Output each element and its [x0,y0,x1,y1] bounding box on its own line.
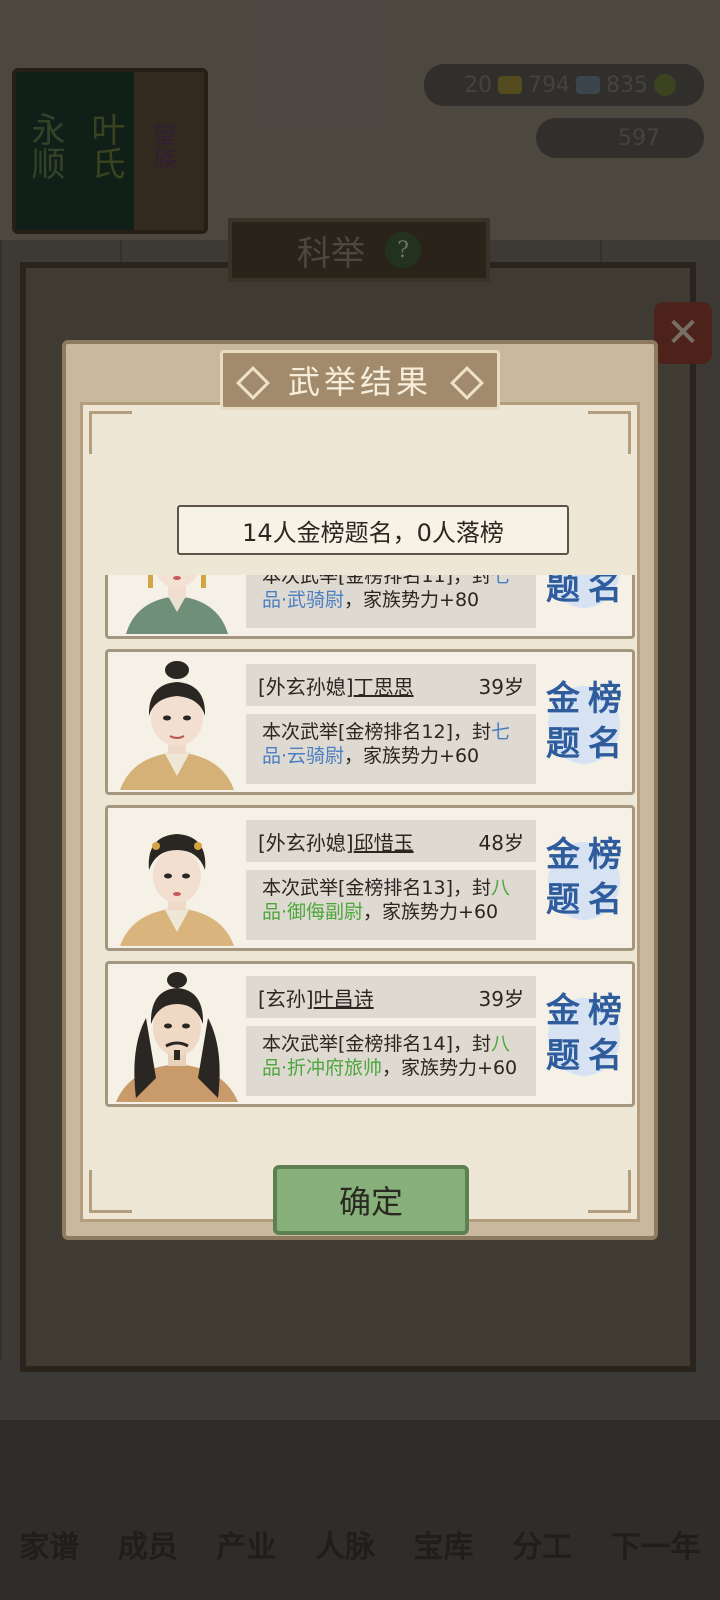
member-age: 48岁 [478,830,524,855]
portrait-avatar [116,968,238,1102]
relation: [玄孙] [258,986,314,1011]
result-description: 本次武举[金榜排名13]，封八品·御侮副尉，家族势力+60 [246,870,536,940]
relation: [外玄孙媳] [258,674,354,699]
result-text-post: ，家族势力+60 [382,1057,518,1079]
seal-char: 榜 [588,679,622,719]
member-age: 39岁 [478,986,524,1011]
seal-char: 金 [546,679,580,719]
portrait-avatar [116,812,238,946]
result-card: [玄孙]叶昌诗 39岁 本次武举[金榜排名14]，封八品·折冲府旅帅，家族势力+… [105,961,635,1107]
result-list[interactable]: 本次武举[金榜排名11]，封七品·武骑尉，家族势力+80 金 榜 题 名 [105,575,635,1145]
corner-ornament [588,411,631,454]
member-name[interactable]: 叶昌诗 [314,987,374,1011]
result-card: [外玄孙媳]邱惜玉 48岁 本次武举[金榜排名13]，封八品·御侮副尉，家族势力… [105,805,635,951]
seal-char: 题 [546,724,580,764]
confirm-button[interactable]: 确定 [273,1165,469,1235]
result-description: 本次武举[金榜排名12]，封七品·云骑尉，家族势力+60 [246,714,536,784]
dialog-body: 14人金榜题名，0人落榜 本次武举[金榜排名11]，封七品·武骑尉，家族势力+8… [80,402,640,1235]
result-card: 本次武举[金榜排名11]，封七品·武骑尉，家族势力+80 金 榜 题 名 [105,575,635,639]
jinbang-seal-icon: 金 榜 题 名 [542,680,626,770]
result-text-pre: 本次武举[金榜排名14]，封 [262,1033,492,1055]
relation: [外玄孙媳] [258,830,354,855]
corner-ornament [89,1170,132,1213]
jinbang-seal-icon: 金 榜 题 名 [542,575,626,614]
result-info-header: [外玄孙媳]丁思思 39岁 [246,664,536,706]
seal-char: 题 [546,880,580,920]
member-age: 39岁 [478,674,524,699]
result-text-pre: 本次武举[金榜排名11]，封 [262,575,492,587]
portrait-avatar [116,575,238,634]
result-description: 本次武举[金榜排名11]，封七品·武骑尉，家族势力+80 [246,575,536,628]
dialog-title: 武举结果 [287,363,432,401]
seal-char: 名 [588,1036,622,1076]
exam-result-dialog: 14人金榜题名，0人落榜 本次武举[金榜排名11]，封七品·武骑尉，家族势力+8… [62,340,658,1240]
diamond-ornament-icon [450,366,484,400]
result-text-post: ，家族势力+60 [363,901,499,923]
member-name[interactable]: 邱惜玉 [354,831,414,855]
result-info-header: [外玄孙媳]邱惜玉 48岁 [246,820,536,862]
seal-char: 榜 [588,835,622,875]
dialog-title-banner: 武举结果 [220,350,500,410]
seal-char: 题 [546,575,580,608]
result-info-header: [玄孙]叶昌诗 39岁 [246,976,536,1018]
seal-char: 名 [588,724,622,764]
member-name[interactable]: 丁思思 [354,675,414,699]
jinbang-seal-icon: 金 榜 题 名 [542,992,626,1082]
seal-char: 金 [546,991,580,1031]
seal-char: 名 [588,575,622,608]
portrait-avatar [116,656,238,790]
seal-char: 榜 [588,991,622,1031]
seal-char: 金 [546,835,580,875]
corner-ornament [588,1170,631,1213]
result-text-pre: 本次武举[金榜排名12]，封 [262,721,492,743]
corner-ornament [89,411,132,454]
result-description: 本次武举[金榜排名14]，封八品·折冲府旅帅，家族势力+60 [246,1026,536,1096]
seal-char: 题 [546,1036,580,1076]
result-card: [外玄孙媳]丁思思 39岁 本次武举[金榜排名12]，封七品·云骑尉，家族势力+… [105,649,635,795]
result-summary: 14人金榜题名，0人落榜 [177,505,569,555]
result-text-post: ，家族势力+80 [344,589,480,611]
diamond-ornament-icon [236,366,270,400]
result-text-post: ，家族势力+60 [344,745,480,767]
jinbang-seal-icon: 金 榜 题 名 [542,836,626,926]
result-text-pre: 本次武举[金榜排名13]，封 [262,877,492,899]
seal-char: 名 [588,880,622,920]
